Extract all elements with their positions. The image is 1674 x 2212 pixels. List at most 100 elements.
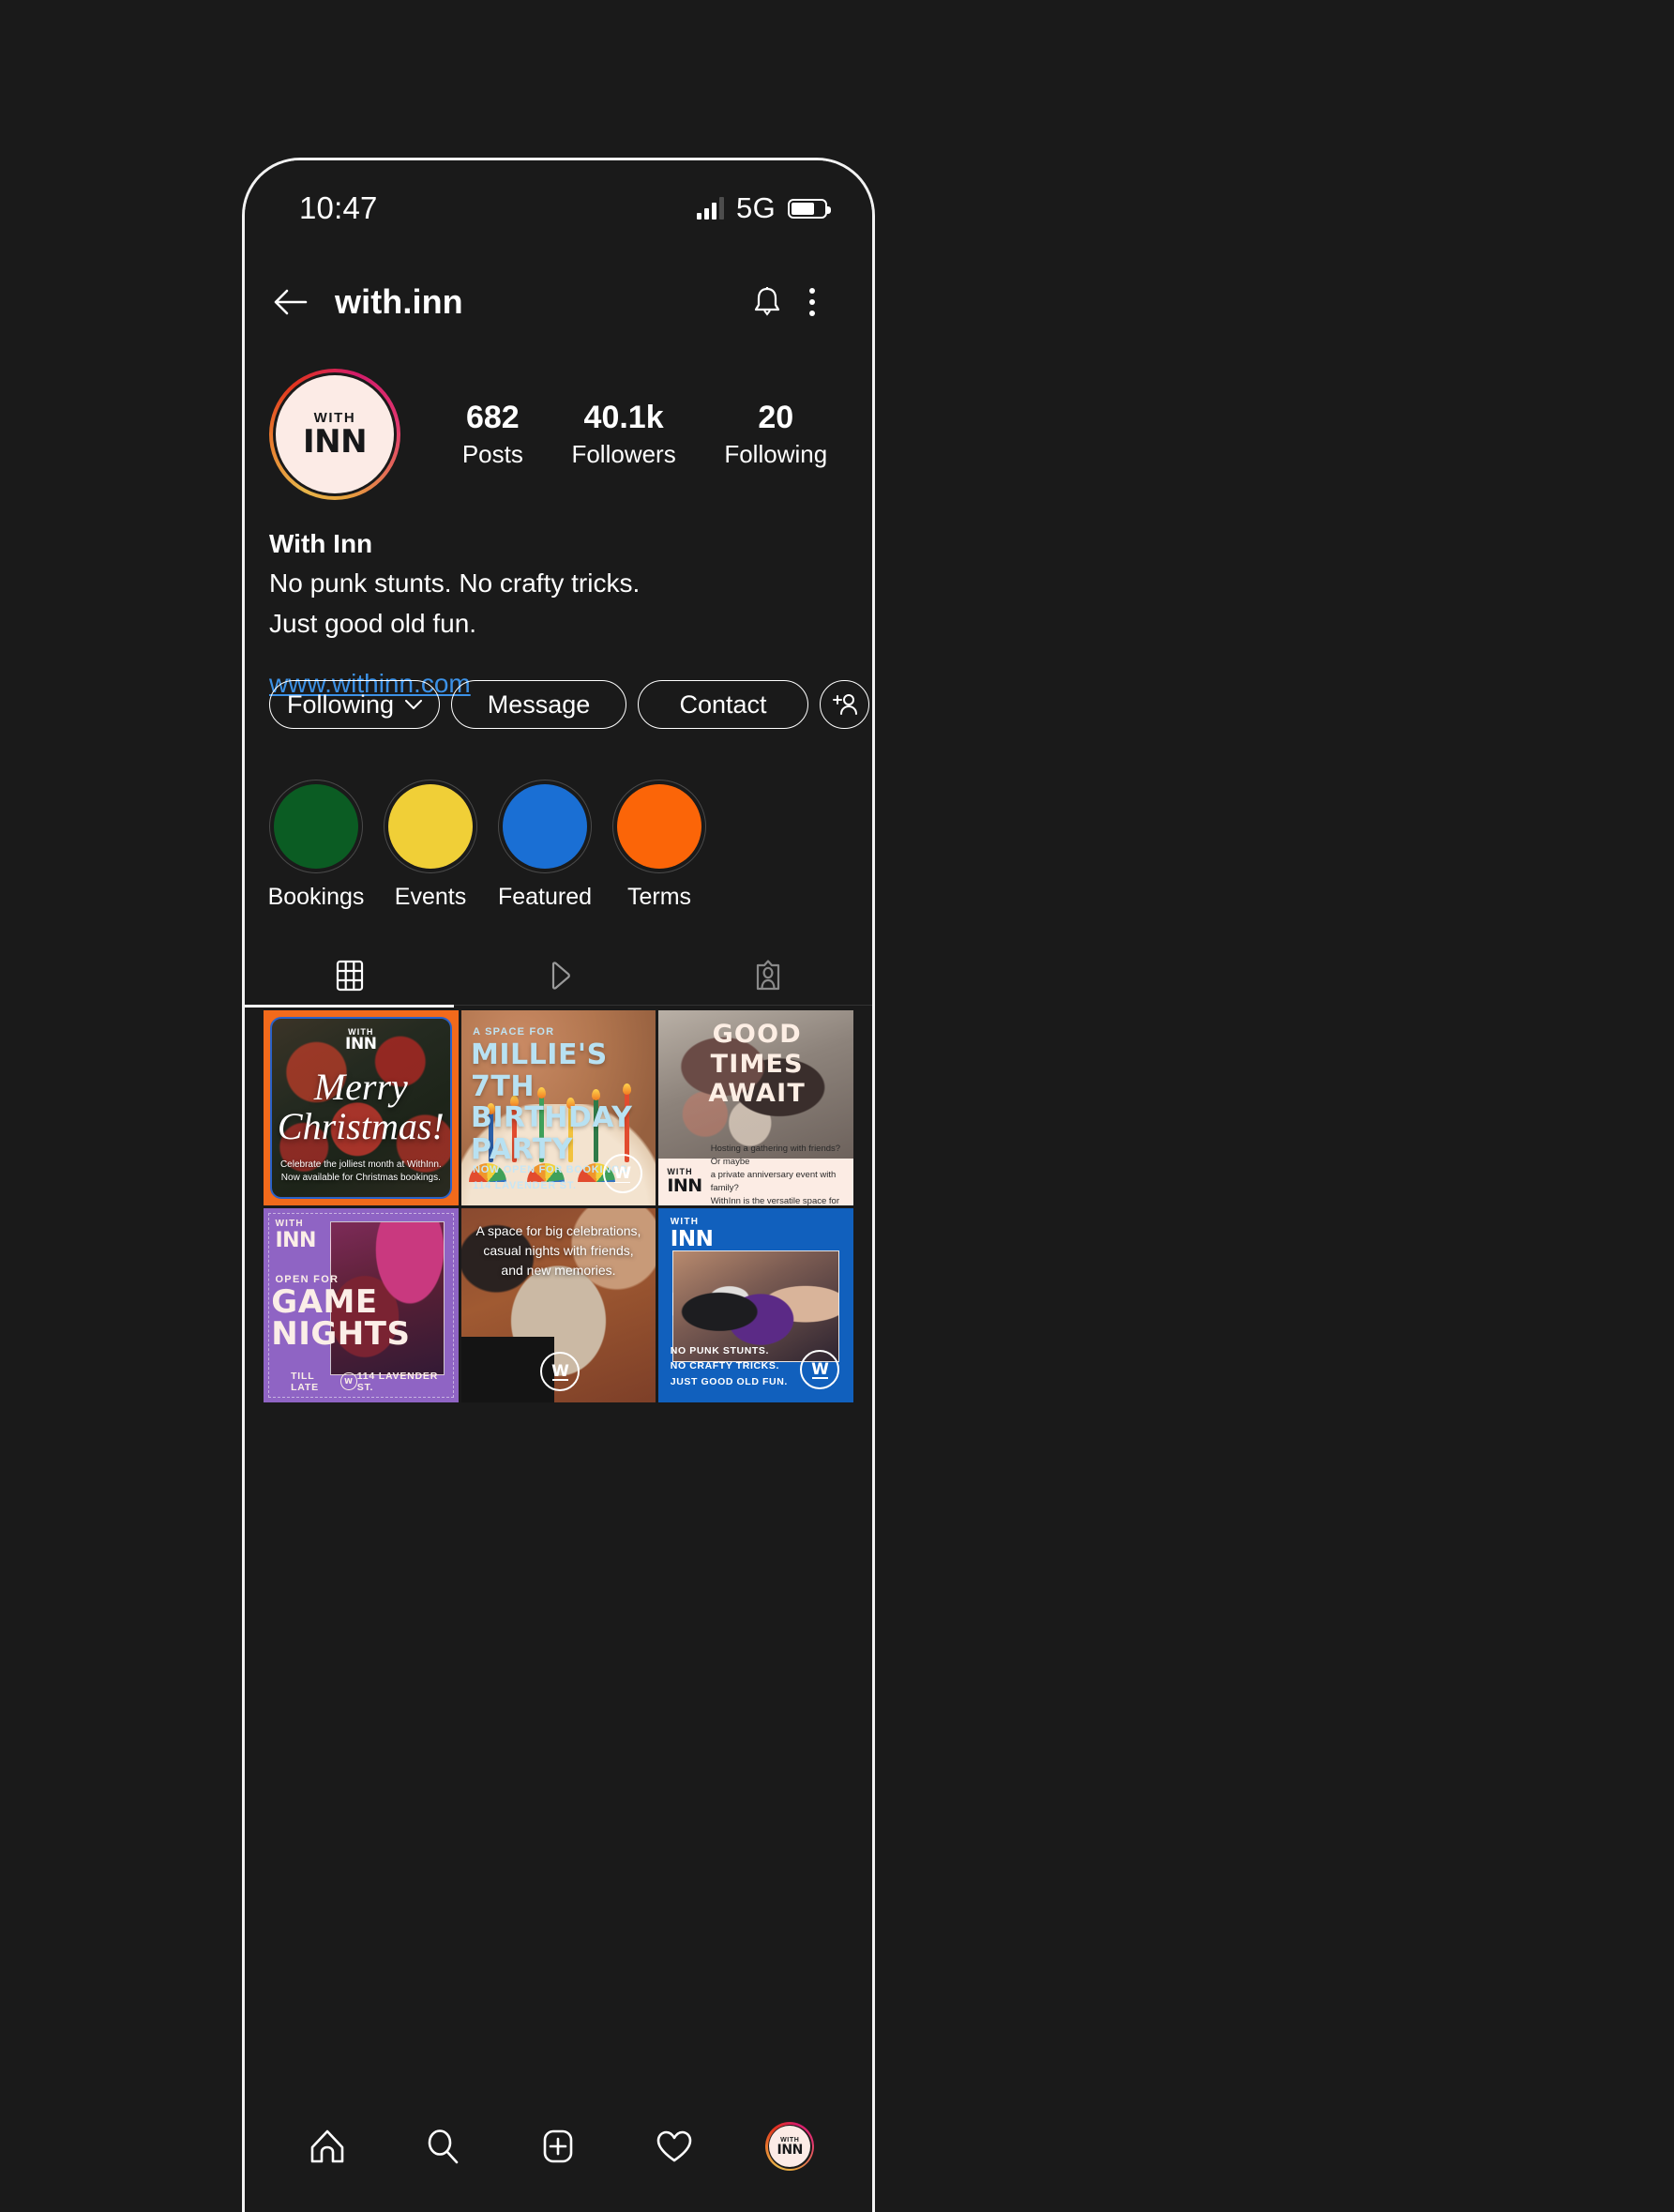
post-4-footer-left: TILL LATE bbox=[291, 1370, 319, 1393]
display-name: With Inn bbox=[269, 529, 373, 558]
message-button[interactable]: Message bbox=[451, 680, 626, 729]
post-5-canvas: A space for big celebrations, casual nig… bbox=[460, 1207, 656, 1403]
post-6-logo-bottom: INN bbox=[670, 1226, 714, 1251]
profile-stats: 682 Posts 40.1k Followers 20 Following bbox=[400, 398, 872, 472]
search-icon bbox=[428, 2129, 459, 2164]
tagged-tab[interactable] bbox=[663, 947, 872, 1005]
post-tile-good-times-await[interactable]: GOOD TIMES AWAIT WITH INN Hosting a gath… bbox=[658, 1010, 853, 1205]
bottom-navigation-bar: WITH INN bbox=[245, 2081, 872, 2212]
message-button-label: Message bbox=[487, 689, 591, 719]
highlight-terms-cover bbox=[617, 784, 701, 869]
status-bar: 10:47 5G bbox=[245, 177, 872, 239]
search-tab[interactable] bbox=[416, 2120, 469, 2173]
highlight-bookings[interactable]: Bookings bbox=[268, 780, 364, 911]
post-4-brand-badge: W bbox=[340, 1372, 357, 1391]
post-tile-game-nights[interactable]: WITH INN OPEN FOR GAME NIGHTS TILL LATE … bbox=[264, 1207, 459, 1403]
profile-summary: WITH INN 682 Posts 40.1k Followers 20 Fo… bbox=[245, 369, 872, 500]
highlight-events-label: Events bbox=[394, 884, 467, 910]
post-tile-no-punk-stunts[interactable]: WITH INN NO PUNK STUNTS. NO CRAFTY TRICK… bbox=[658, 1207, 853, 1403]
post-3-background: GOOD TIMES AWAIT WITH INN Hosting a gath… bbox=[658, 1010, 853, 1205]
highlight-events[interactable]: Events bbox=[384, 780, 477, 911]
post-2-background: A SPACE FOR MILLIE'S 7TH BIRTHDAY PARTY … bbox=[460, 1010, 656, 1205]
post-1-title: Merry Christmas! bbox=[278, 1068, 445, 1146]
post-6-logo: WITH INN bbox=[671, 1218, 714, 1250]
heart-icon bbox=[656, 2130, 692, 2162]
highlight-featured[interactable]: Featured bbox=[498, 780, 592, 911]
following-button[interactable]: Following bbox=[269, 680, 440, 729]
post-5-background: A space for big celebrations, casual nig… bbox=[460, 1207, 656, 1403]
highlight-bookings-cover bbox=[274, 784, 358, 869]
post-2-superhead: A SPACE FOR bbox=[473, 1025, 555, 1038]
activity-tab[interactable] bbox=[648, 2120, 701, 2173]
post-3-body-line-1: Hosting a gathering with friends? Or may… bbox=[710, 1144, 841, 1168]
tagged-person-icon bbox=[756, 960, 779, 991]
post-4-title: GAME NIGHTS bbox=[271, 1286, 412, 1350]
profile-avatar-small-logo-bottom: INN bbox=[777, 2142, 804, 2158]
highlight-featured-label: Featured bbox=[497, 884, 593, 910]
stat-posts[interactable]: 682 Posts bbox=[462, 398, 523, 472]
post-4-title-line-2: NIGHTS bbox=[271, 1314, 411, 1353]
network-type-label: 5G bbox=[736, 191, 776, 224]
post-5-text-line-3: and new memories. bbox=[501, 1263, 616, 1279]
post-3-body-line-3: WithInn is the versatile space for you. bbox=[710, 1195, 839, 1205]
post-3-logo-bottom: INN bbox=[667, 1174, 702, 1196]
post-grid: WITH INN Merry Christmas! Celebrate the … bbox=[264, 1010, 853, 1403]
highlight-events-ring bbox=[384, 780, 477, 873]
post-3-logo: WITH INN bbox=[667, 1167, 702, 1196]
post-6-logo-top: WITH bbox=[670, 1217, 700, 1228]
post-1-title-line-1: Merry bbox=[313, 1066, 408, 1108]
profile-avatar-small-logo: WITH INN bbox=[769, 2126, 811, 2167]
battery-icon bbox=[788, 198, 831, 219]
profile-avatar-small: WITH INN bbox=[765, 2122, 815, 2171]
following-button-label: Following bbox=[286, 689, 395, 719]
post-tile-millies-birthday[interactable]: A SPACE FOR MILLIE'S 7TH BIRTHDAY PARTY … bbox=[460, 1010, 656, 1205]
back-arrow-icon[interactable] bbox=[265, 278, 314, 326]
highlight-featured-cover bbox=[503, 784, 587, 869]
stat-following-label: Following bbox=[724, 440, 828, 469]
bio-line-1: No punk stunts. No crafty tricks. bbox=[269, 568, 641, 598]
add-person-icon bbox=[832, 694, 857, 715]
page-title: with.inn bbox=[335, 282, 463, 321]
reels-tab[interactable] bbox=[454, 947, 663, 1005]
stat-followers[interactable]: 40.1k Followers bbox=[571, 398, 675, 472]
phone-screen: 10:47 5G with.inn WITH INN 682 Posts 40.… bbox=[245, 160, 872, 2212]
create-tab[interactable] bbox=[532, 2120, 584, 2173]
post-tile-merry-christmas[interactable]: WITH INN Merry Christmas! Celebrate the … bbox=[264, 1010, 459, 1205]
profile-avatar[interactable]: WITH INN bbox=[269, 369, 400, 500]
profile-action-buttons: Following Message Contact bbox=[269, 680, 869, 729]
home-icon bbox=[310, 2129, 343, 2163]
post-1-logo-bottom: INN bbox=[345, 1035, 377, 1053]
post-1-inner-frame: WITH INN Merry Christmas! Celebrate the … bbox=[270, 1017, 452, 1199]
grid-tab[interactable] bbox=[245, 947, 454, 1005]
three-dots-icon[interactable] bbox=[790, 280, 835, 325]
post-5-text-line-1: A space for big celebrations, bbox=[475, 1223, 641, 1239]
post-2-canvas: A SPACE FOR MILLIE'S 7TH BIRTHDAY PARTY … bbox=[460, 1010, 656, 1205]
post-1-caption: Celebrate the jolliest month at WithInn.… bbox=[272, 1159, 450, 1185]
post-4-title-line-1: GAME bbox=[271, 1282, 378, 1321]
profile-tab[interactable]: WITH INN bbox=[763, 2120, 816, 2173]
post-6-canvas: WITH INN NO PUNK STUNTS. NO CRAFTY TRICK… bbox=[658, 1207, 853, 1403]
post-6-footer: NO PUNK STUNTS. NO CRAFTY TRICKS. JUST G… bbox=[671, 1343, 788, 1389]
post-tile-big-celebrations[interactable]: A space for big celebrations, casual nig… bbox=[460, 1207, 656, 1403]
post-4-logo: WITH INN bbox=[275, 1220, 316, 1251]
post-2-brand-badge: W bbox=[602, 1154, 642, 1194]
post-5-text: A space for big celebrations, casual nig… bbox=[471, 1221, 646, 1280]
grid-icon bbox=[336, 960, 363, 992]
phone-frame: 10:47 5G with.inn WITH INN 682 Posts 40.… bbox=[242, 158, 875, 2212]
highlight-terms[interactable]: Terms bbox=[612, 780, 706, 911]
add-person-button[interactable] bbox=[820, 680, 869, 729]
highlight-events-cover bbox=[388, 784, 473, 869]
plus-square-icon bbox=[544, 2129, 573, 2163]
stat-following[interactable]: 20 Following bbox=[724, 398, 827, 472]
post-6-footer-line-2: NO CRAFTY TRICKS. bbox=[670, 1360, 779, 1372]
bell-icon[interactable] bbox=[745, 280, 790, 325]
screenshot-canvas: 10:47 5G with.inn WITH INN 682 Posts 40.… bbox=[0, 0, 1674, 2212]
stat-posts-value: 682 bbox=[465, 399, 520, 435]
home-tab[interactable] bbox=[301, 2120, 354, 2173]
post-4-canvas: WITH INN OPEN FOR GAME NIGHTS TILL LATE … bbox=[264, 1207, 459, 1403]
highlight-terms-ring bbox=[612, 780, 706, 873]
status-indicators: 5G bbox=[697, 191, 831, 225]
post-4-footer-right: 114 LAVENDER ST. bbox=[356, 1370, 439, 1393]
stat-posts-label: Posts bbox=[461, 440, 523, 469]
contact-button[interactable]: Contact bbox=[638, 680, 808, 729]
